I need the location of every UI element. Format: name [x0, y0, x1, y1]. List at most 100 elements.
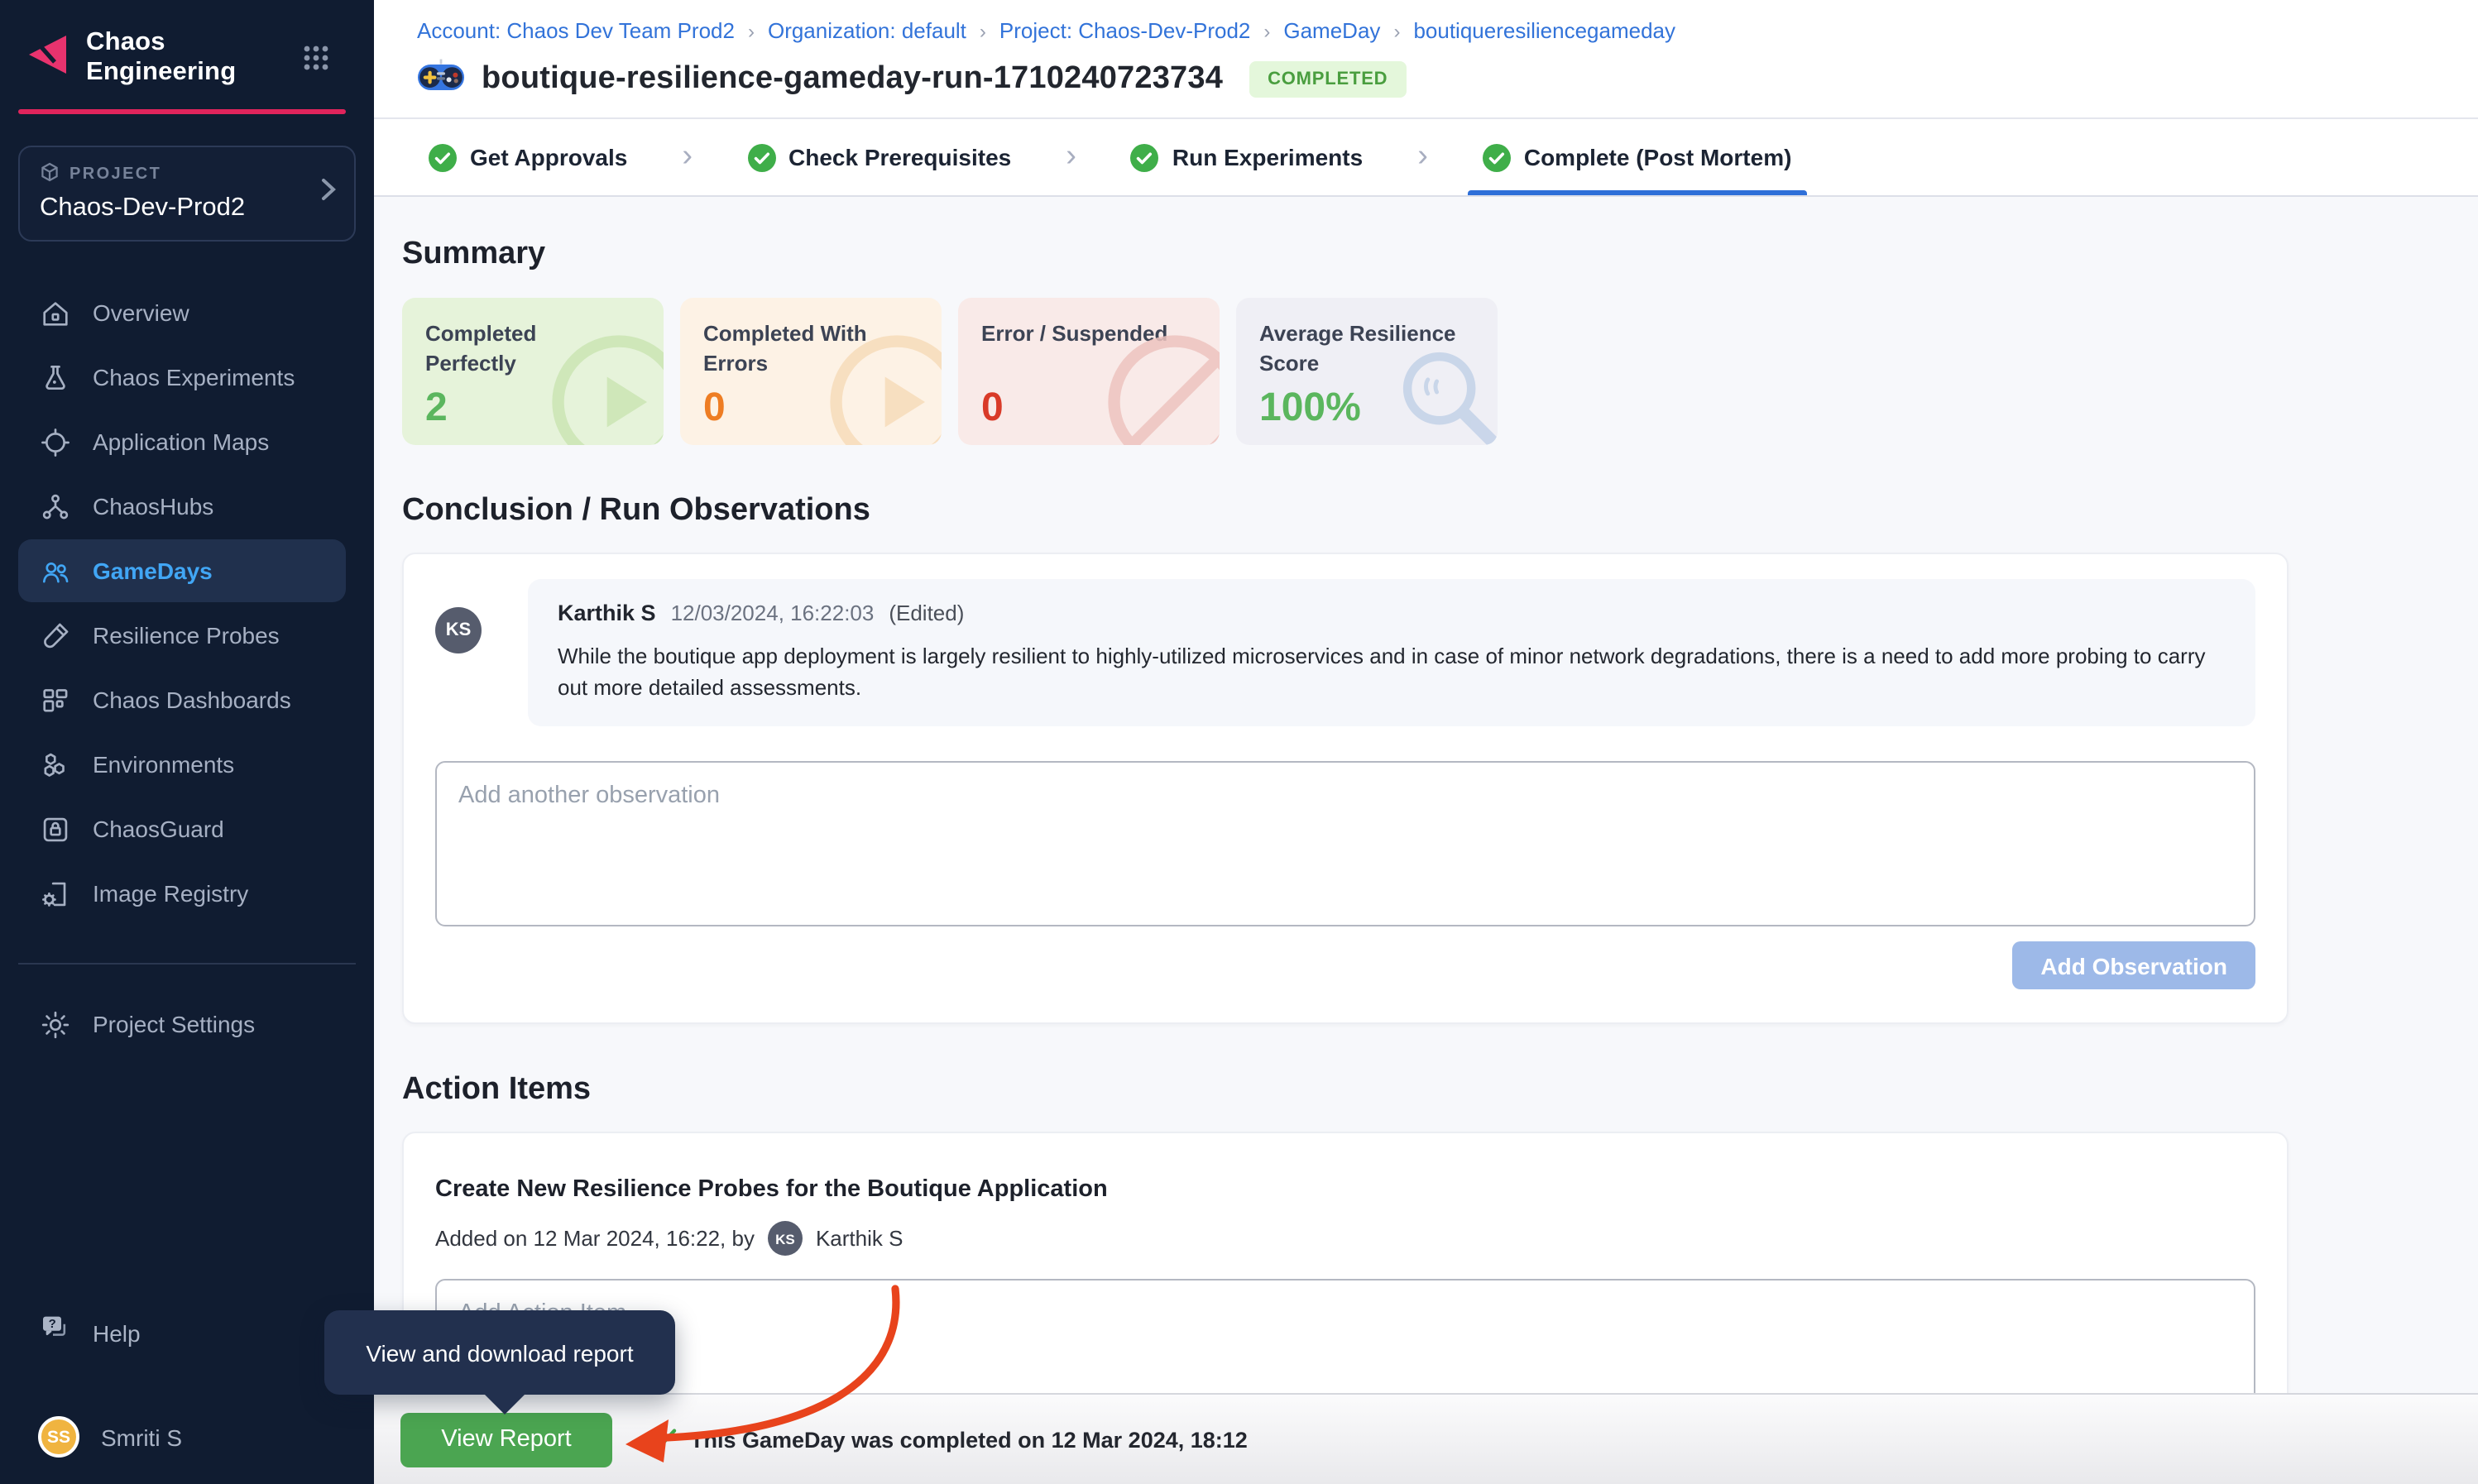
breadcrumb-organization[interactable]: Organization: default: [768, 18, 966, 43]
action-item-title: Create New Resilience Probes for the Bou…: [435, 1177, 2255, 1204]
comment-author: Karthik S: [558, 601, 656, 625]
action-items-card: Create New Resilience Probes for the Bou…: [402, 1132, 2289, 1393]
flask-icon: [38, 361, 71, 394]
user-avatar: SS: [38, 1416, 79, 1458]
summary-card-completed-perfectly: Completed Perfectly 2: [402, 298, 664, 445]
magnifier-icon: [1388, 337, 1498, 445]
sidebar: Chaos Engineering PROJECT Chaos-Dev-Pr: [0, 0, 374, 1484]
summary-heading: Summary: [402, 237, 2478, 273]
sidebar-nav: Overview Chaos Experiments Application M…: [0, 281, 374, 925]
page-header: Account: Chaos Dev Team Prod2 › Organizat…: [374, 0, 2478, 119]
check-circle-icon: [429, 143, 457, 171]
action-item-author-avatar: KS: [768, 1222, 803, 1257]
sidebar-item-chaos-experiments[interactable]: Chaos Experiments: [18, 346, 346, 409]
sidebar-item-image-registry[interactable]: Image Registry: [18, 862, 346, 925]
page-content: Summary Completed Perfectly 2 Completed …: [374, 197, 2478, 1393]
app-grid-icon[interactable]: [303, 45, 329, 71]
footer-bar: View Report This GameDay was completed o…: [374, 1393, 2478, 1484]
sidebar-header: Chaos Engineering: [0, 0, 374, 109]
chevron-right-icon: ›: [1373, 119, 1473, 195]
resilience-score-value: 100%: [1259, 385, 1361, 432]
add-observation-button[interactable]: Add Observation: [2012, 942, 2255, 990]
view-report-tooltip: View and download report: [324, 1310, 675, 1395]
breadcrumb-gameday-name[interactable]: boutiqueresiliencegameday: [1413, 18, 1675, 43]
dashboard-icon: [38, 683, 71, 716]
comment-edited-flag: (Edited): [889, 601, 964, 625]
check-icon: [649, 1428, 677, 1451]
tab-run-experiments[interactable]: Run Experiments: [1121, 119, 1373, 195]
sidebar-item-gamedays[interactable]: GameDays: [18, 539, 346, 602]
project-name: Chaos-Dev-Prod2: [40, 194, 334, 223]
tab-check-prerequisites[interactable]: Check Prerequisites: [737, 119, 1021, 195]
check-circle-icon: [1483, 143, 1511, 171]
test-tube-icon: [38, 619, 71, 652]
stage-tabs: Get Approvals › Check Prerequisites › Ru…: [374, 119, 2478, 197]
sidebar-item-chaosguard[interactable]: ChaosGuard: [18, 797, 346, 860]
target-icon: [38, 425, 71, 458]
breadcrumb-account[interactable]: Account: Chaos Dev Team Prod2: [417, 18, 735, 43]
comment-body: While the boutique app deployment is lar…: [558, 640, 2226, 704]
comment-avatar: KS: [435, 607, 482, 653]
network-icon: [38, 490, 71, 523]
play-circle-icon: [826, 331, 942, 445]
page-title: boutique-resilience-gameday-run-17102407…: [482, 61, 1223, 98]
completion-message: This GameDay was completed on 12 Mar 202…: [649, 1427, 1248, 1452]
error-suspended-count: 0: [981, 385, 1004, 432]
help-chat-icon: ?: [38, 1312, 71, 1353]
summary-card-completed-with-errors: Completed With Errors 0: [680, 298, 942, 445]
svg-text:?: ?: [49, 1317, 56, 1331]
ban-icon: [1104, 331, 1220, 445]
sidebar-item-overview[interactable]: Overview: [18, 281, 346, 344]
breadcrumb-project[interactable]: Project: Chaos-Dev-Prod2: [999, 18, 1250, 43]
play-circle-icon: [548, 331, 664, 445]
home-icon: [38, 296, 71, 329]
help-button[interactable]: ? Help: [0, 1312, 374, 1416]
action-item-added-on: Added on 12 Mar 2024, 16:22, by: [435, 1227, 755, 1252]
check-circle-icon: [747, 143, 775, 171]
tab-complete-post-mortem[interactable]: Complete (Post Mortem): [1473, 119, 1802, 195]
completed-perfectly-count: 2: [425, 385, 448, 432]
observation-input[interactable]: [435, 762, 2255, 927]
chevron-right-icon: ›: [637, 119, 737, 195]
summary-card-resilience-score: Average Resilience Score 100%: [1236, 298, 1498, 445]
completed-with-errors-count: 0: [703, 385, 726, 432]
user-menu[interactable]: SS Smriti S: [0, 1416, 374, 1484]
project-label: PROJECT: [69, 165, 161, 184]
action-item-author: Karthik S: [816, 1227, 903, 1252]
breadcrumb-gameday[interactable]: GameDay: [1283, 18, 1380, 43]
sidebar-item-environments[interactable]: Environments: [18, 733, 346, 796]
action-item-input[interactable]: [435, 1280, 2255, 1393]
tab-get-approvals[interactable]: Get Approvals: [419, 119, 637, 195]
chevron-right-icon: [321, 178, 336, 209]
sidebar-item-chaos-dashboards[interactable]: Chaos Dashboards: [18, 668, 346, 731]
breadcrumb: Account: Chaos Dev Team Prod2 › Organizat…: [417, 18, 2478, 43]
project-selector[interactable]: PROJECT Chaos-Dev-Prod2: [18, 146, 356, 242]
check-circle-icon: [1131, 143, 1159, 171]
sidebar-item-chaoshubs[interactable]: ChaosHubs: [18, 475, 346, 538]
status-badge: COMPLETED: [1249, 61, 1406, 98]
hexagons-icon: [38, 748, 71, 781]
breadcrumb-separator: ›: [1263, 19, 1270, 42]
chaos-engineering-app: Chaos Engineering PROJECT Chaos-Dev-Pr: [0, 0, 2478, 1484]
summary-cards: Completed Perfectly 2 Completed With Err…: [402, 298, 2478, 445]
sidebar-divider: [18, 963, 356, 965]
sidebar-item-resilience-probes[interactable]: Resilience Probes: [18, 604, 346, 667]
image-registry-icon: [38, 877, 71, 910]
sidebar-item-application-maps[interactable]: Application Maps: [18, 410, 346, 473]
view-report-button[interactable]: View Report: [400, 1412, 612, 1467]
people-icon: [38, 554, 71, 587]
sidebar-item-project-settings[interactable]: Project Settings: [18, 993, 346, 1056]
app-title: Chaos Engineering: [86, 28, 303, 88]
comment-bubble: Karthik S 12/03/2024, 16:22:03 (Edited) …: [528, 579, 2255, 727]
breadcrumb-separator: ›: [1393, 19, 1400, 42]
breadcrumb-separator: ›: [748, 19, 755, 42]
gamepad-icon: [417, 58, 465, 101]
observations-card: KS Karthik S 12/03/2024, 16:22:03 (Edite…: [402, 553, 2289, 1025]
action-items-heading: Action Items: [402, 1073, 2478, 1109]
comment-timestamp: 12/03/2024, 16:22:03: [671, 601, 875, 625]
chevron-right-icon: ›: [1021, 119, 1121, 195]
conclusion-heading: Conclusion / Run Observations: [402, 493, 2478, 529]
breadcrumb-separator: ›: [980, 19, 986, 42]
observation-comment: KS Karthik S 12/03/2024, 16:22:03 (Edite…: [435, 579, 2255, 727]
action-item-meta: Added on 12 Mar 2024, 16:22, by KS Karth…: [435, 1222, 2255, 1257]
